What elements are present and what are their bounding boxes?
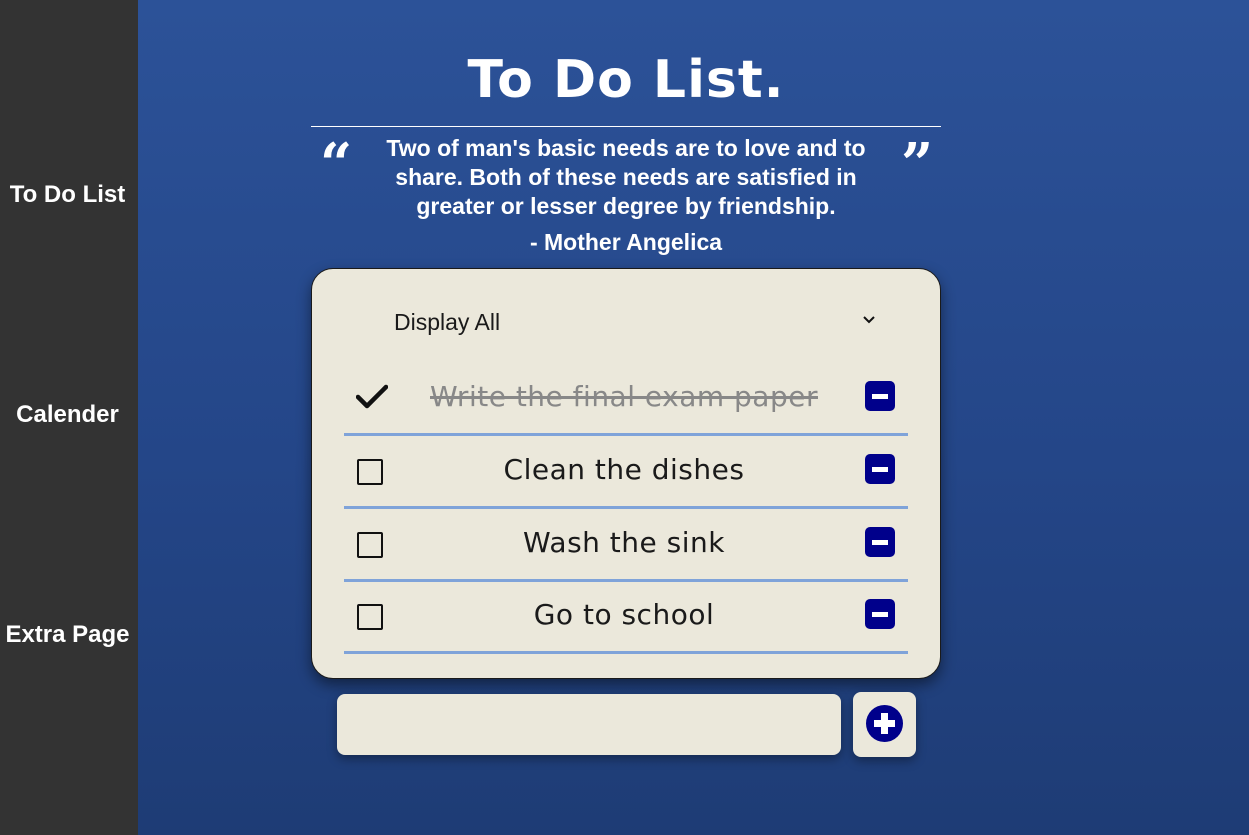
checkbox-icon [357,604,383,630]
todo-item: Wash the sink [344,507,908,582]
todo-text: Write the final exam paper [430,380,818,413]
title-divider [311,126,941,127]
checkbox-icon [357,459,383,485]
todo-checkbox[interactable] [356,458,384,486]
todo-item: Go to school [344,579,908,654]
minus-icon [872,540,888,545]
delete-todo-button[interactable] [865,381,895,411]
todo-checkbox[interactable] [356,531,384,559]
chevron-down-icon [860,309,878,331]
minus-icon [872,394,888,399]
delete-todo-button[interactable] [865,599,895,629]
checkbox-icon [357,532,383,558]
sidebar: To Do List Calender Extra Page [0,0,138,835]
todo-text: Clean the dishes [503,453,745,486]
delete-todo-button[interactable] [865,454,895,484]
quote-author: - Mother Angelica [529,229,723,255]
minus-icon [872,467,888,472]
check-icon [356,384,388,409]
minus-icon [872,612,888,617]
quote-close-icon: ” [901,131,934,197]
sidebar-item-extra-page[interactable]: Extra Page [0,621,135,649]
sidebar-item-calender[interactable]: Calender [0,401,135,429]
todo-checkbox[interactable] [356,603,384,631]
filter-dropdown[interactable]: Display All [392,307,878,339]
todo-checkbox[interactable] [356,384,388,413]
new-todo-input[interactable] [337,694,841,755]
todo-card: Display All Write the final exam paper C… [311,268,941,679]
quote-text: Two of man's basic needs are to love and… [386,135,866,219]
quote-open-icon: “ [320,131,353,197]
plus-circle-icon [866,705,903,742]
sidebar-item-to-do-list[interactable]: To Do List [0,181,135,209]
filter-selected-value: Display All [394,309,501,335]
todo-text: Go to school [533,598,715,631]
page-title: To Do List. [467,50,785,110]
todo-text: Wash the sink [523,526,725,559]
delete-todo-button[interactable] [865,527,895,557]
add-todo-button[interactable] [853,692,916,757]
todo-item: Clean the dishes [344,434,908,509]
todo-item: Write the final exam paper [344,361,908,436]
